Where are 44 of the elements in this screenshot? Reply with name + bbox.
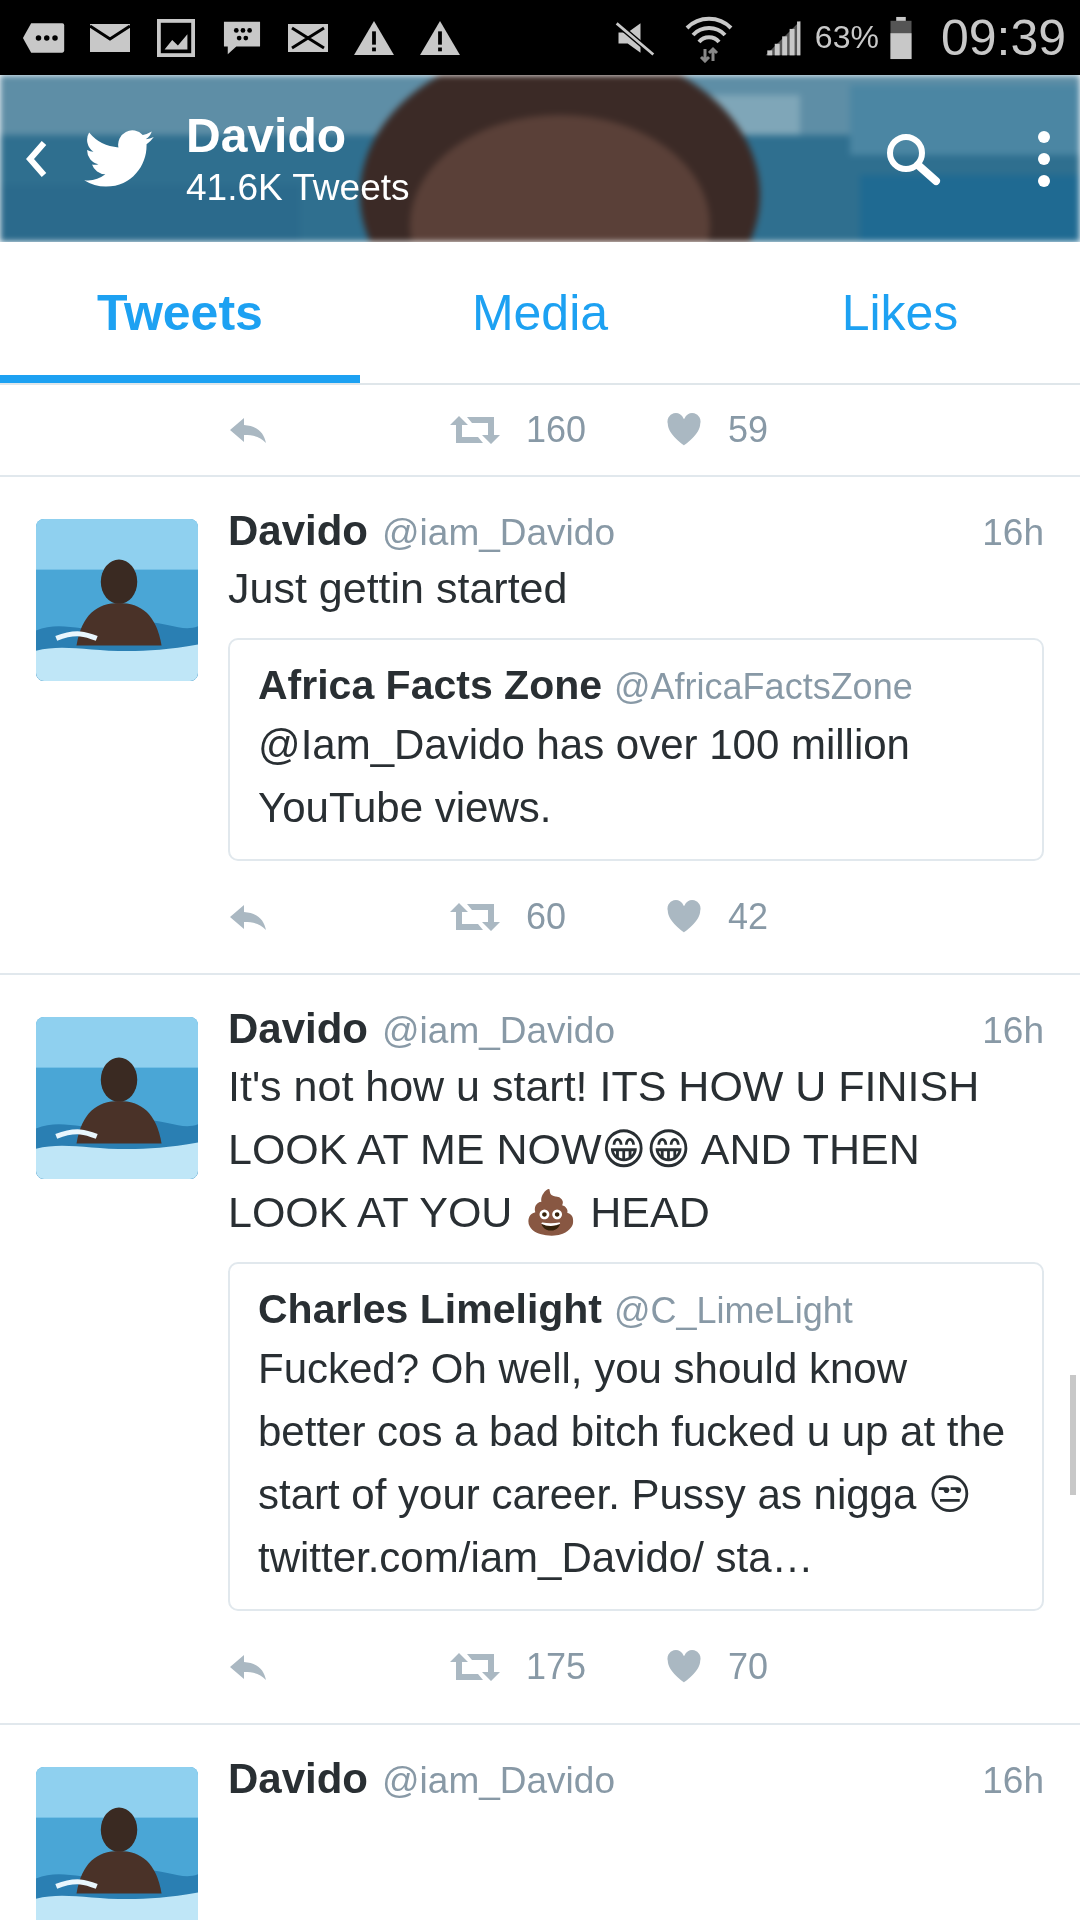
retweet-icon[interactable] [448,1652,502,1682]
battery-percentage: 63% [814,19,879,56]
tweet-time: 16h [982,1010,1044,1052]
author-handle: @iam_Davido [382,512,616,554]
heart-icon[interactable] [666,413,702,447]
retweet-count: 160 [526,409,588,451]
tweet-time: 16h [982,1760,1044,1802]
like-count: 42 [728,896,769,938]
author-handle: @iam_Davido [382,1010,616,1052]
quoted-author-name: Africa Facts Zone [258,662,603,709]
author-name[interactable]: Davido [228,1005,369,1053]
author-name[interactable]: Davido [228,507,369,555]
reply-icon[interactable] [228,903,268,931]
quoted-tweet[interactable]: Africa Facts Zone @AfricaFactsZone @Iam_Davido has over 100 million YouTube views. [228,638,1044,861]
back-icon[interactable] [24,138,48,179]
heart-icon[interactable] [666,900,702,934]
image-icon [154,18,198,57]
tweet-text: Just gettin started [228,563,569,614]
quoted-author-handle: @C_LimeLight [614,1290,853,1332]
tweet-time: 16h [982,512,1044,554]
quoted-tweet[interactable]: Charles Limelight @C_LimeLight Fucked? Oh well, you should know better cos a bad bitch fucked u up at the start of your career. Pussy as nigga 😒 twitter.com/iam_Davido/ sta… [228,1262,1044,1611]
bird-icon [84,129,154,188]
heart-icon[interactable] [666,1650,702,1684]
author-handle: @iam_Davido [382,1760,616,1802]
retweet-count: 60 [526,896,568,938]
quoted-author-name: Charles Limelight [258,1286,602,1333]
like-count: 70 [728,1646,769,1688]
author-name[interactable]: Davido [228,1755,369,1803]
overflow-menu-icon[interactable] [1036,128,1052,189]
reply-icon[interactable] [228,416,268,444]
reply-icon[interactable] [228,1653,268,1681]
tweet-text: It's not how u start! ITS HOW U FINISH LOOK AT ME NOW😁😁 AND THEN LOOK AT YOU 💩 HEAD [228,1061,981,1238]
scrollbar[interactable] [1070,1375,1076,1495]
retweet-icon[interactable] [448,415,502,445]
quoted-author-handle: @AfricaFactsZone [614,666,913,708]
clock: 09:39 [940,8,1066,67]
battery-icon [888,15,913,60]
profile-name: Davido [186,107,348,164]
retweet-count: 175 [526,1646,588,1688]
tweet-count: 41.6K Tweets [186,165,411,210]
quoted-tweet-text: Fucked? Oh well, you should know better cos a bad bitch fucked u up at the start of your career. Pussy as nigga 😒 twitter.com/iam_Davido/ sta… [258,1344,1007,1583]
retweet-icon[interactable] [448,902,502,932]
quoted-tweet-text: @Iam_Davido has over 100 million YouTube views. [258,720,911,833]
like-count: 59 [728,409,769,451]
